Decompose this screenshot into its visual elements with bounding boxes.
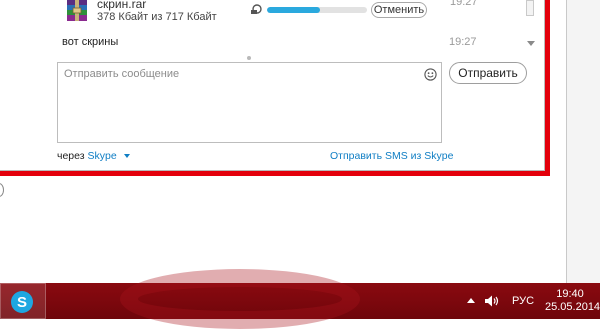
transfer-timestamp: 19:27 bbox=[450, 0, 478, 8]
send-via-service[interactable]: Skype bbox=[88, 150, 117, 162]
clock-time: 19:40 bbox=[556, 288, 584, 300]
transfer-progress-bar bbox=[267, 7, 367, 13]
send-sms-link[interactable]: Отправить SMS из Skype bbox=[330, 150, 453, 162]
cancel-transfer-button[interactable]: Отменить bbox=[371, 2, 427, 18]
message-text: вот скрины bbox=[62, 36, 119, 48]
file-transfer-icon bbox=[251, 4, 262, 14]
send-via-selector[interactable]: через Skype bbox=[57, 150, 130, 162]
skype-logo-icon: S bbox=[11, 291, 33, 313]
taskbar: S РУС 19:40 25.05.2014 bbox=[0, 269, 600, 329]
message-input-placeholder: Отправить сообщение bbox=[64, 68, 180, 80]
emoticon-icon[interactable] bbox=[424, 68, 437, 81]
svg-text:S: S bbox=[17, 294, 27, 311]
send-button[interactable]: Отправить bbox=[449, 62, 527, 84]
show-hidden-icons-arrow[interactable] bbox=[467, 298, 475, 303]
desktop-background-right bbox=[566, 0, 600, 283]
transfer-progress-fill bbox=[267, 7, 320, 13]
chat-scrollbar-thumb[interactable] bbox=[526, 0, 534, 16]
message-timestamp: 19:27 bbox=[449, 36, 477, 48]
clock-date: 25.05.2014 bbox=[545, 301, 600, 313]
background-window-fragment bbox=[0, 183, 4, 197]
file-transfer-size: 378 Кбайт из 717 Кбайт bbox=[97, 11, 217, 23]
taskbar-skype-button[interactable]: S bbox=[0, 283, 46, 319]
message-input[interactable]: Отправить сообщение bbox=[57, 62, 442, 143]
input-language-indicator[interactable]: РУС bbox=[512, 295, 534, 307]
taskbar-background-swirl bbox=[120, 269, 360, 329]
splitter-grip[interactable] bbox=[247, 56, 251, 60]
speaker-icon[interactable] bbox=[484, 294, 500, 308]
send-via-prefix: через bbox=[57, 150, 85, 162]
chevron-down-icon[interactable] bbox=[123, 154, 130, 159]
taskbar-clock[interactable]: 19:40 25.05.2014 bbox=[545, 288, 600, 314]
chat-scroll-down-arrow[interactable] bbox=[527, 41, 535, 46]
winrar-archive-icon[interactable] bbox=[64, 0, 90, 24]
file-name[interactable]: скрин.rar bbox=[97, 0, 146, 11]
